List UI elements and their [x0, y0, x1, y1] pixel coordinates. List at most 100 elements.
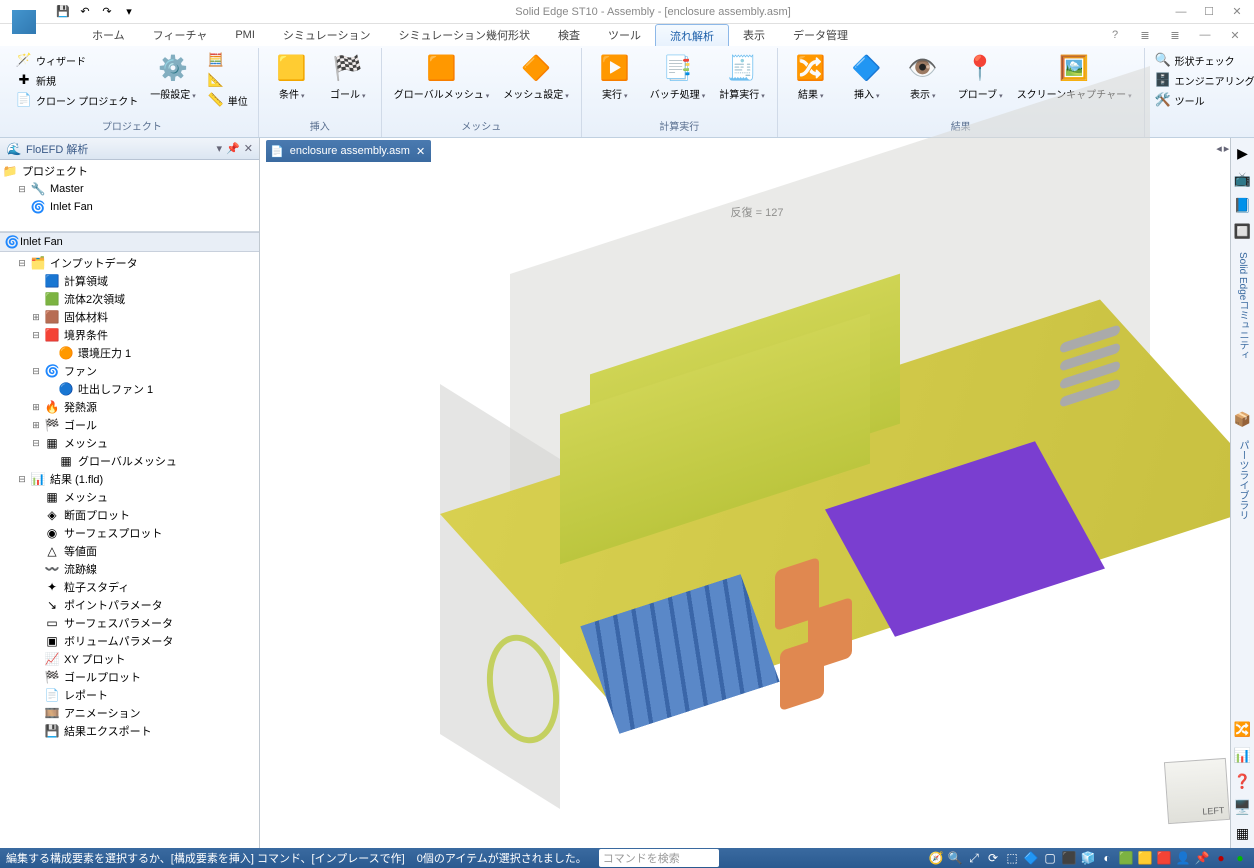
panel-dropdown-icon[interactable]: ▾: [217, 142, 223, 155]
menu-flow-analysis[interactable]: 流れ解析: [655, 24, 729, 46]
ribbon-opt2-icon[interactable]: ≣: [1162, 26, 1188, 44]
menu-view[interactable]: 表示: [729, 24, 779, 46]
tree-row[interactable]: ◈断面プロット: [2, 506, 257, 524]
tree-row[interactable]: ⊟🗂️インプットデータ: [2, 254, 257, 272]
status-tool-icon[interactable]: 🔍: [947, 850, 963, 866]
status-tool-icon[interactable]: 🟨: [1137, 850, 1153, 866]
status-tool-icon[interactable]: ⬛: [1061, 850, 1077, 866]
qat-customize-button[interactable]: ▾: [120, 3, 138, 21]
status-tool-icon[interactable]: 🔷: [1023, 850, 1039, 866]
ribbon-button[interactable]: 🔷挿入▾: [842, 50, 892, 103]
sidebar-icon[interactable]: 🔲: [1234, 222, 1252, 240]
status-tool-icon[interactable]: ⟳: [985, 850, 1001, 866]
document-tab[interactable]: 📄 enclosure assembly.asm ✕: [266, 140, 431, 162]
tree-row[interactable]: ▣ボリュームパラメータ: [2, 632, 257, 650]
sidebar-tool-icon[interactable]: ❓: [1234, 772, 1252, 790]
tree-row[interactable]: 🏁ゴールプロット: [2, 668, 257, 686]
tree-twisty-icon[interactable]: ⊟: [30, 366, 42, 377]
tree-twisty-icon[interactable]: ⊞: [30, 420, 42, 431]
ribbon-button[interactable]: 📑バッチ処理▾: [646, 50, 710, 103]
sidebar-tool-icon[interactable]: ▦: [1234, 824, 1252, 842]
tree-row[interactable]: 📄レポート: [2, 686, 257, 704]
menu-tools[interactable]: ツール: [594, 24, 655, 46]
ribbon-button[interactable]: ▶️実行▾: [590, 50, 640, 103]
graphics-canvas[interactable]: 反復 = 127 LEFT: [260, 164, 1254, 848]
tree-twisty-icon[interactable]: ⊟: [16, 474, 28, 485]
ribbon-button-small[interactable]: ✚新規: [14, 70, 140, 90]
tree-twisty-icon[interactable]: ⊞: [30, 402, 42, 413]
sidebar-label-parts[interactable]: パーツライブラリ: [1235, 440, 1250, 520]
ribbon-button-small[interactable]: 📏単位: [206, 90, 250, 110]
tree-row[interactable]: ▭サーフェスパラメータ: [2, 614, 257, 632]
tree-twisty-icon[interactable]: ⊟: [30, 330, 42, 341]
tree-row[interactable]: 🔵吐出しファン 1: [2, 380, 257, 398]
status-tool-icon[interactable]: ⤢: [966, 850, 982, 866]
child-close-button[interactable]: ✕: [1222, 26, 1248, 44]
ribbon-button-small[interactable]: 🪄ウィザード: [14, 50, 140, 70]
status-tool-icon[interactable]: 📌: [1194, 850, 1210, 866]
tree-project-root[interactable]: 📁 プロジェクト: [2, 162, 257, 180]
menu-pmi[interactable]: PMI: [221, 24, 269, 46]
parts-library-icon[interactable]: 📦: [1234, 410, 1252, 428]
tree-twisty-icon[interactable]: ⊟: [16, 258, 28, 269]
tree-master[interactable]: ⊟ 🔧 Master: [2, 180, 257, 198]
sidebar-icon[interactable]: ▶: [1234, 144, 1252, 162]
tree-row[interactable]: ⊞🔥発熱源: [2, 398, 257, 416]
tree-twisty-icon[interactable]: ⊟: [30, 438, 42, 449]
tree-row[interactable]: 🟩流体2次領域: [2, 290, 257, 308]
tab-next-icon[interactable]: ▸: [1224, 142, 1230, 155]
maximize-button[interactable]: ☐: [1196, 3, 1222, 21]
sidebar-icon[interactable]: 📘: [1234, 196, 1252, 214]
minimize-button[interactable]: —: [1168, 3, 1194, 21]
sidebar-tool-icon[interactable]: 📊: [1234, 746, 1252, 764]
tree-row[interactable]: △等値面: [2, 542, 257, 560]
panel-pin-icon[interactable]: 📌: [226, 142, 240, 155]
ribbon-button[interactable]: ⚙️一般設定▾: [146, 50, 200, 103]
tree-row[interactable]: ⊞🏁ゴール: [2, 416, 257, 434]
help-button[interactable]: ?: [1102, 26, 1128, 44]
tree-row[interactable]: 〰️流跡線: [2, 560, 257, 578]
view-cube[interactable]: LEFT: [1164, 758, 1230, 824]
status-tool-icon[interactable]: 🟥: [1156, 850, 1172, 866]
ribbon-button[interactable]: 👁️表示▾: [898, 50, 948, 103]
status-tool-icon[interactable]: 👤: [1175, 850, 1191, 866]
menu-feature[interactable]: フィーチャ: [139, 24, 222, 46]
status-dot-icon[interactable]: ●: [1232, 850, 1248, 866]
tree-row[interactable]: 💾結果エクスポート: [2, 722, 257, 740]
tree-row[interactable]: ◉サーフェスプロット: [2, 524, 257, 542]
ribbon-button[interactable]: 🏁ゴール▾: [323, 50, 373, 103]
ribbon-button-small[interactable]: 🔍形状チェック: [1153, 50, 1254, 70]
tree-row[interactable]: ⊟📊結果 (1.fld): [2, 470, 257, 488]
tab-close-icon[interactable]: ✕: [416, 145, 425, 158]
tree-row[interactable]: 🟦計算領域: [2, 272, 257, 290]
ribbon-opt1-icon[interactable]: ≣: [1132, 26, 1158, 44]
tab-prev-icon[interactable]: ◂: [1216, 142, 1222, 155]
ribbon-button-small[interactable]: 🧮: [206, 50, 250, 70]
sidebar-tool-icon[interactable]: 🖥️: [1234, 798, 1252, 816]
sidebar-icon[interactable]: 📺: [1234, 170, 1252, 188]
menu-data[interactable]: データ管理: [779, 24, 862, 46]
ribbon-button-small[interactable]: 🛠️ツール: [1153, 90, 1254, 110]
ribbon-button-small[interactable]: 🗄️エンジニアリングデータベース: [1153, 70, 1254, 90]
child-minimize-button[interactable]: —: [1192, 26, 1218, 44]
status-tool-icon[interactable]: 🧭: [928, 850, 944, 866]
close-button[interactable]: ✕: [1224, 3, 1250, 21]
tree-inlet-fan-proj[interactable]: 🌀 Inlet Fan: [2, 198, 257, 216]
tree-row[interactable]: 🎞️アニメーション: [2, 704, 257, 722]
qat-undo-button[interactable]: ↶: [76, 3, 94, 21]
status-tool-icon[interactable]: 🧊: [1080, 850, 1096, 866]
ribbon-button[interactable]: 🔀結果▾: [786, 50, 836, 103]
menu-sim-geometry[interactable]: シミュレーション幾何形状: [384, 24, 544, 46]
ribbon-button[interactable]: 🟧グローバルメッシュ▾: [390, 50, 493, 103]
tree-row[interactable]: ⊟🟥境界条件: [2, 326, 257, 344]
tree-row[interactable]: ▦グローバルメッシュ: [2, 452, 257, 470]
command-search-input[interactable]: コマンドを検索: [599, 849, 719, 867]
tree-row[interactable]: ▦メッシュ: [2, 488, 257, 506]
status-tool-icon[interactable]: ◐: [1099, 850, 1115, 866]
ribbon-button-small[interactable]: 📄クローン プロジェクト: [14, 90, 140, 110]
tree-row[interactable]: 📈XY プロット: [2, 650, 257, 668]
qat-redo-button[interactable]: ↷: [98, 3, 116, 21]
menu-home[interactable]: ホーム: [78, 24, 139, 46]
record-icon[interactable]: ●: [1213, 850, 1229, 866]
viewport[interactable]: 📄 enclosure assembly.asm ✕ ◂ ▸ ▾ ✕ 反復 = …: [260, 138, 1254, 848]
